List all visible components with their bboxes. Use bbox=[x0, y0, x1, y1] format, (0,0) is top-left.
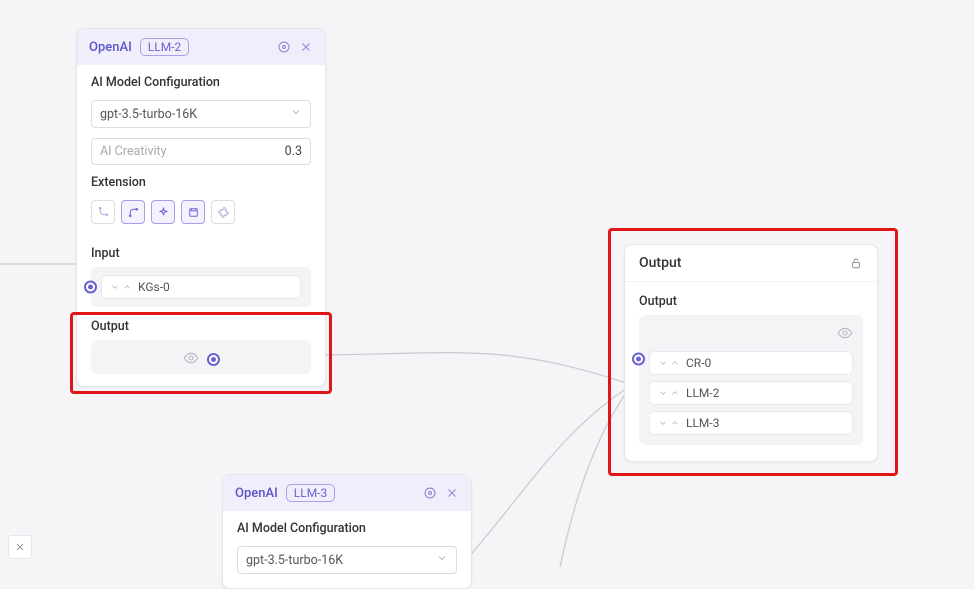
node-llm3-provider: OpenAI bbox=[235, 486, 278, 501]
lock-icon[interactable] bbox=[849, 256, 863, 270]
eye-icon[interactable] bbox=[837, 325, 853, 341]
settings-icon[interactable] bbox=[423, 486, 437, 500]
node-llm2-header: OpenAI LLM-2 bbox=[77, 29, 325, 65]
model-select-value: gpt-3.5-turbo-16K bbox=[246, 553, 343, 568]
input-port[interactable] bbox=[84, 281, 97, 294]
expand-collapse-icons[interactable] bbox=[658, 358, 680, 368]
output-input-port[interactable] bbox=[632, 353, 645, 366]
config-label: AI Model Configuration bbox=[237, 521, 457, 536]
extension-label: Extension bbox=[91, 175, 311, 190]
list-item[interactable]: CR-0 bbox=[649, 351, 853, 375]
node-output[interactable]: Output Output CR-0 bbox=[624, 244, 878, 462]
model-select[interactable]: gpt-3.5-turbo-16K bbox=[91, 100, 311, 128]
input-body: KGs-0 bbox=[91, 267, 311, 307]
output-body bbox=[91, 340, 311, 374]
chevron-down-icon bbox=[290, 106, 302, 122]
node-llm3[interactable]: OpenAI LLM-3 AI Model Configuration gpt-… bbox=[222, 474, 472, 589]
panel-close-button[interactable] bbox=[8, 535, 32, 559]
input-label: Input bbox=[91, 246, 311, 261]
node-llm3-header: OpenAI LLM-3 bbox=[223, 475, 471, 511]
node-output-header: Output bbox=[625, 245, 877, 282]
creativity-label: AI Creativity bbox=[100, 144, 167, 159]
node-llm2-input-section: Input KGs-0 bbox=[77, 238, 325, 319]
output-list-head bbox=[649, 325, 853, 341]
input-chip[interactable]: KGs-0 bbox=[101, 275, 301, 299]
node-llm2[interactable]: OpenAI LLM-2 AI Model Configuration gpt-… bbox=[76, 28, 326, 387]
settings-icon[interactable] bbox=[277, 40, 291, 54]
expand-collapse-icons[interactable] bbox=[658, 388, 680, 398]
output-section-label: Output bbox=[639, 294, 863, 309]
expand-collapse-icons[interactable] bbox=[110, 282, 132, 292]
close-icon[interactable] bbox=[445, 486, 459, 500]
creativity-field[interactable]: AI Creativity 0.3 bbox=[91, 138, 311, 165]
model-select-value: gpt-3.5-turbo-16K bbox=[100, 107, 197, 122]
node-llm2-tag: LLM-2 bbox=[140, 38, 189, 56]
node-output-body: Output CR-0 bbox=[625, 282, 877, 461]
config-label: AI Model Configuration bbox=[91, 75, 311, 90]
ext-tree-icon[interactable] bbox=[121, 200, 145, 224]
input-chip-label: KGs-0 bbox=[138, 280, 170, 294]
node-llm2-body: AI Model Configuration gpt-3.5-turbo-16K… bbox=[77, 65, 325, 238]
node-output-title: Output bbox=[639, 255, 681, 271]
output-label: Output bbox=[91, 319, 311, 334]
node-llm2-provider: OpenAI bbox=[89, 40, 132, 55]
output-list-body: CR-0 LLM-2 LLM-3 bbox=[639, 315, 863, 445]
eye-icon[interactable] bbox=[183, 350, 199, 366]
list-item[interactable]: LLM-2 bbox=[649, 381, 853, 405]
output-port[interactable] bbox=[207, 353, 220, 366]
ext-sparkle-icon[interactable] bbox=[151, 200, 175, 224]
expand-collapse-icons[interactable] bbox=[658, 418, 680, 428]
output-list: CR-0 LLM-2 LLM-3 bbox=[649, 351, 853, 435]
extension-row bbox=[91, 200, 311, 224]
ext-save-icon[interactable] bbox=[181, 200, 205, 224]
creativity-value: 0.3 bbox=[285, 144, 302, 159]
ext-puzzle-icon[interactable] bbox=[211, 200, 235, 224]
list-item-label: LLM-3 bbox=[686, 416, 719, 430]
node-llm3-tag: LLM-3 bbox=[286, 484, 335, 502]
node-llm3-body: AI Model Configuration gpt-3.5-turbo-16K bbox=[223, 511, 471, 588]
node-llm2-output-section: Output bbox=[77, 319, 325, 386]
list-item[interactable]: LLM-3 bbox=[649, 411, 853, 435]
ext-branch-icon[interactable] bbox=[91, 200, 115, 224]
close-icon[interactable] bbox=[299, 40, 313, 54]
list-item-label: CR-0 bbox=[686, 356, 711, 370]
chevron-down-icon bbox=[436, 552, 448, 568]
list-item-label: LLM-2 bbox=[686, 386, 719, 400]
model-select[interactable]: gpt-3.5-turbo-16K bbox=[237, 546, 457, 574]
